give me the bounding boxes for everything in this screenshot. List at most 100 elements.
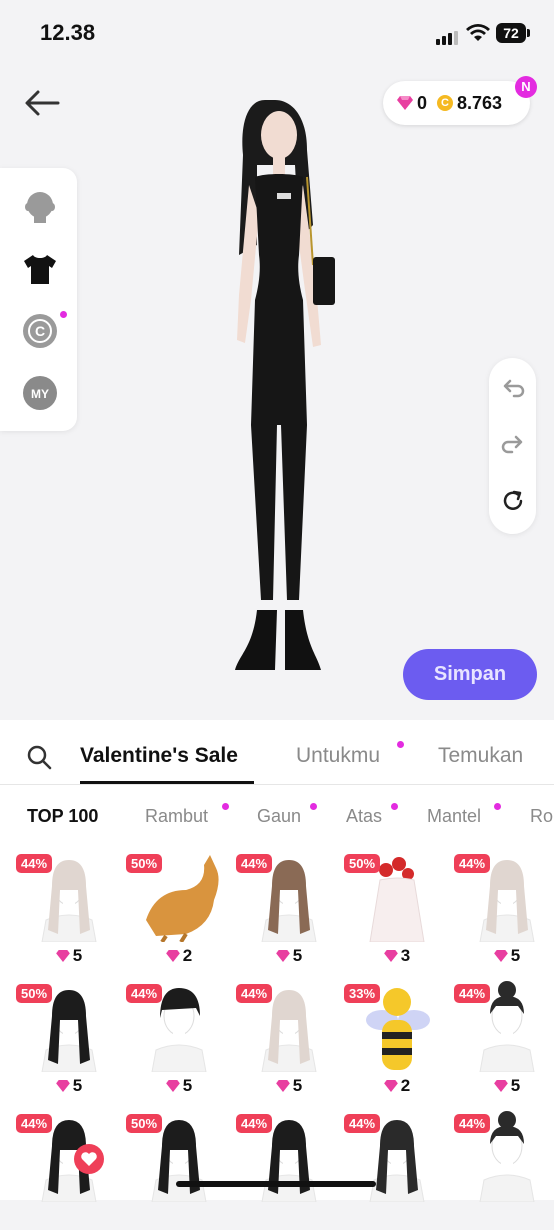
gem-icon xyxy=(55,950,70,962)
tab-bar: Valentine's Sale Untukmu Temukan xyxy=(0,720,554,785)
price-value: 5 xyxy=(292,946,303,965)
price-value: 2 xyxy=(400,1076,411,1095)
gem-icon xyxy=(275,1080,290,1092)
tab-temukan[interactable]: Temukan xyxy=(438,744,523,768)
copyright-icon[interactable]: C xyxy=(22,311,67,349)
status-time: 12.38 xyxy=(40,20,96,45)
discount-badge: 44% xyxy=(454,854,491,873)
item-price: 5 xyxy=(16,1076,122,1096)
gem-icon xyxy=(55,1080,70,1092)
currency-display[interactable]: 0 C 8.763 xyxy=(383,81,530,125)
gem-icon xyxy=(493,950,508,962)
item-price: 5 xyxy=(454,1076,554,1096)
avatar-figure xyxy=(235,100,335,670)
tshirt-icon[interactable] xyxy=(22,251,58,287)
new-dot xyxy=(494,803,501,810)
shop-item[interactable]: 44% 5 xyxy=(16,850,122,970)
search-icon[interactable] xyxy=(26,744,52,770)
heart-icon[interactable] xyxy=(74,1144,104,1174)
price-value: 5 xyxy=(72,1076,83,1095)
shop-item[interactable]: 50% xyxy=(126,1110,232,1230)
shop-item[interactable]: 44% 5 xyxy=(236,980,342,1100)
new-badge: N xyxy=(515,76,537,98)
discount-badge: 50% xyxy=(126,1114,163,1133)
gem-icon xyxy=(275,950,290,962)
back-arrow-icon[interactable] xyxy=(22,86,62,120)
item-price: 5 xyxy=(126,1076,232,1096)
discount-badge: 50% xyxy=(344,854,381,873)
battery-icon: 72 xyxy=(496,23,530,43)
head-icon[interactable] xyxy=(22,189,58,225)
category-panel: C MY xyxy=(0,168,77,431)
coin-count: 8.763 xyxy=(457,92,503,113)
discount-badge: 44% xyxy=(344,1114,381,1133)
gem-icon xyxy=(397,96,413,110)
home-indicator xyxy=(176,1181,376,1187)
gem-icon xyxy=(165,950,180,962)
undo-icon[interactable] xyxy=(500,376,526,402)
price-value: 5 xyxy=(510,946,521,965)
item-price: 3 xyxy=(344,946,450,966)
subtab-rambut[interactable]: Rambut xyxy=(145,806,208,827)
tab-untukmu[interactable]: Untukmu xyxy=(296,744,380,768)
discount-badge: 50% xyxy=(16,984,53,1003)
shop-item[interactable]: 50% 3 xyxy=(344,850,450,970)
coin-icon: C xyxy=(437,95,454,111)
shop-item[interactable]: 44% 5 xyxy=(454,980,554,1100)
wifi-icon xyxy=(466,24,490,41)
new-dot xyxy=(391,803,398,810)
shop-item[interactable]: 44% xyxy=(344,1110,450,1230)
item-price: 5 xyxy=(236,946,342,966)
category-tabs: TOP 100 Rambut Gaun Atas Mantel Ro xyxy=(0,803,554,836)
new-dot xyxy=(397,741,404,748)
new-dot xyxy=(310,803,317,810)
new-dot xyxy=(60,311,67,318)
shop-item[interactable]: 44% xyxy=(16,1110,122,1230)
gem-icon xyxy=(383,1080,398,1092)
subtab-top100[interactable]: TOP 100 xyxy=(27,806,98,827)
subtab-gaun[interactable]: Gaun xyxy=(257,806,301,827)
item-price: 2 xyxy=(344,1076,450,1096)
price-value: 5 xyxy=(72,946,83,965)
item-price: 5 xyxy=(16,946,122,966)
price-value: 2 xyxy=(182,946,193,965)
subtab-ro[interactable]: Ro xyxy=(530,806,553,827)
discount-badge: 44% xyxy=(236,854,273,873)
shop-sheet: Valentine's Sale Untukmu Temukan TOP 100… xyxy=(0,720,554,1202)
shop-item[interactable]: 50% 2 xyxy=(126,850,232,970)
subtab-atas[interactable]: Atas xyxy=(346,806,382,827)
shop-item[interactable]: 50% 5 xyxy=(16,980,122,1100)
shop-item[interactable]: 44% 5 xyxy=(454,850,554,970)
gem-icon xyxy=(165,1080,180,1092)
discount-badge: 44% xyxy=(126,984,163,1003)
redo-icon[interactable] xyxy=(500,432,526,458)
save-button[interactable]: Simpan xyxy=(403,649,537,700)
shop-item[interactable]: 44% xyxy=(236,1110,342,1230)
price-value: 5 xyxy=(510,1076,521,1095)
discount-badge: 44% xyxy=(236,984,273,1003)
new-dot xyxy=(222,803,229,810)
signal-icon xyxy=(436,27,460,45)
discount-badge: 44% xyxy=(16,854,53,873)
item-price: 5 xyxy=(454,946,554,966)
svg-text:C: C xyxy=(35,323,45,339)
price-value: 5 xyxy=(182,1076,193,1095)
svg-text:MY: MY xyxy=(31,387,49,401)
discount-badge: 44% xyxy=(16,1114,53,1133)
discount-badge: 50% xyxy=(126,854,163,873)
price-value: 5 xyxy=(292,1076,303,1095)
discount-badge: 44% xyxy=(454,1114,491,1133)
active-tab-indicator xyxy=(80,781,254,784)
gem-icon xyxy=(383,950,398,962)
item-price: 2 xyxy=(126,946,232,966)
shop-item[interactable]: 44% 5 xyxy=(126,980,232,1100)
status-bar: 12.38 72 xyxy=(0,0,554,60)
shop-item[interactable]: 44% xyxy=(454,1110,554,1230)
subtab-mantel[interactable]: Mantel xyxy=(427,806,481,827)
my-icon[interactable]: MY xyxy=(22,375,58,411)
shop-item[interactable]: 33% 2 xyxy=(344,980,450,1100)
shop-item[interactable]: 44% 5 xyxy=(236,850,342,970)
reset-icon[interactable] xyxy=(500,488,526,514)
tab-valentines-sale[interactable]: Valentine's Sale xyxy=(80,744,238,768)
discount-badge: 33% xyxy=(344,984,381,1003)
